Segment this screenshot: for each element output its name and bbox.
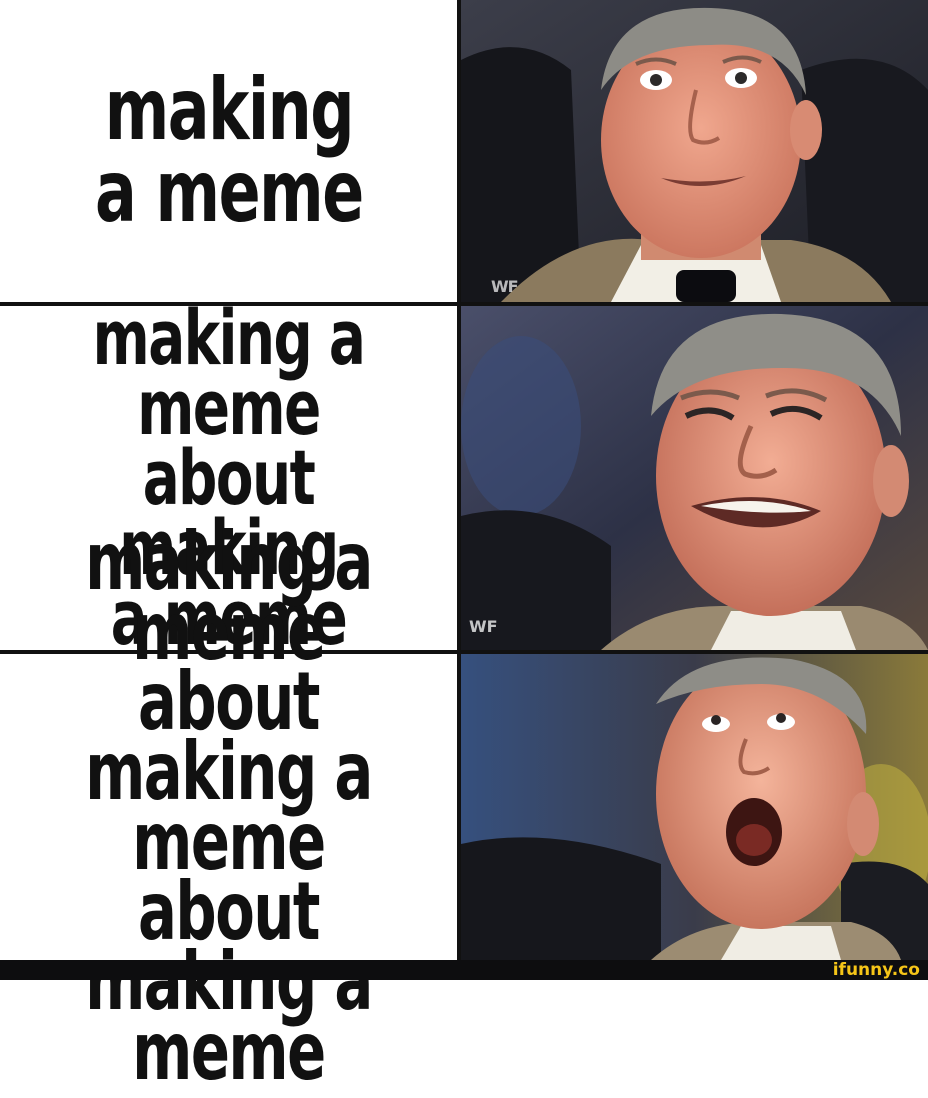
reaction-face-ecstatic: [461, 654, 928, 960]
logo-text-1: WF: [491, 277, 518, 296]
caption-panel-3: making a meme about making a meme about …: [0, 522, 457, 1092]
caption-panel-1: making a meme: [0, 0, 457, 302]
horizontal-divider-1: [0, 302, 928, 306]
reaction-image-2: WF: [461, 306, 928, 650]
vertical-divider: [457, 0, 461, 960]
watermark-bar: ifunny.co: [0, 960, 928, 980]
reaction-image-3: [461, 654, 928, 960]
reaction-face-excited: WF: [461, 306, 928, 650]
reaction-image-1: WF: [461, 0, 928, 302]
horizontal-divider-2: [0, 650, 928, 654]
meme-image: making a meme WF making a meme about mak…: [0, 0, 928, 1092]
caption-text-3: making a meme about making a meme about …: [85, 515, 373, 1098]
reaction-face-mildly-interested: WF: [461, 0, 928, 302]
logo-text-2: WF: [469, 617, 498, 636]
watermark-text: ifunny.co: [832, 960, 920, 980]
caption-text-1: making a meme: [94, 60, 364, 242]
